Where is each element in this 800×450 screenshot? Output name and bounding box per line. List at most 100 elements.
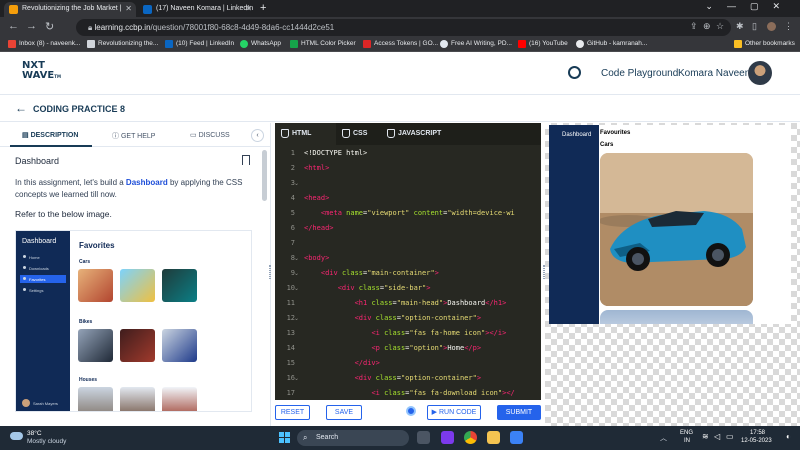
windows-start-icon[interactable] <box>279 432 290 443</box>
dashboard-link[interactable]: Dashboard <box>126 178 168 187</box>
settings-gear-icon[interactable] <box>406 406 416 416</box>
back-arrow-icon[interactable]: ← <box>15 101 27 115</box>
other-bookmarks[interactable]: Other bookmarks <box>734 40 795 48</box>
username[interactable]: Komara Naveen <box>678 68 750 79</box>
task-view-icon[interactable] <box>417 431 430 444</box>
fold-icon[interactable]: ⌄ <box>294 180 299 187</box>
battery-icon[interactable]: ▭ <box>726 432 734 441</box>
reload-icon[interactable]: ↻ <box>45 20 54 33</box>
avatar[interactable] <box>748 61 772 85</box>
line-number: 2 <box>290 164 295 172</box>
weather-condition[interactable]: Mostly cloudy <box>27 438 66 445</box>
scrollbar[interactable] <box>262 150 267 201</box>
stopwatch-icon[interactable] <box>568 66 581 79</box>
tab-css[interactable]: CSS <box>336 123 381 145</box>
wifi-icon[interactable]: ≋ <box>702 432 709 441</box>
taskbar-search-input[interactable]: ⌕ Search <box>297 430 409 446</box>
preview-avatar <box>22 399 30 407</box>
new-tab-icon[interactable]: + <box>260 2 266 14</box>
teams-icon[interactable] <box>441 431 454 444</box>
bookmark-revolutionizing[interactable]: Revolutionizing the... <box>87 40 158 48</box>
collapse-panel-button[interactable]: ‹ <box>251 129 264 142</box>
bookmark-whatsapp[interactable]: WhatsApp <box>240 40 281 48</box>
tab-get-help[interactable]: ⓘ GET HELP <box>112 131 155 141</box>
tab-discuss[interactable]: ▭ DISCUSS <box>190 131 230 139</box>
code-token: > <box>476 374 482 382</box>
code-token: <head> <box>304 194 330 202</box>
close-tab-icon[interactable]: ✕ <box>125 4 132 13</box>
zoom-icon[interactable]: ⊕ <box>703 21 711 32</box>
browser-tab-active[interactable]: Revolutionizing the Job Market | ✕ <box>4 2 136 17</box>
file-explorer-icon[interactable] <box>487 431 500 444</box>
menu-kebab-icon[interactable]: ⋮ <box>784 21 793 32</box>
nxtwave-logo[interactable]: NXT WAVETM <box>22 61 61 82</box>
code-line[interactable]: <div class="side-bar"> <box>304 284 431 292</box>
star-icon[interactable]: ☆ <box>716 21 724 32</box>
fold-icon[interactable]: ⌄ <box>294 255 299 262</box>
bookmark-access-tokens[interactable]: Access Tokens | GO... <box>363 40 438 48</box>
code-token: "fas fa-home icon" <box>409 329 486 337</box>
fold-icon[interactable]: ⌄ <box>294 285 299 292</box>
back-icon[interactable]: ← <box>8 20 19 32</box>
submit-button[interactable]: SUBMIT <box>497 405 541 420</box>
code-line[interactable]: <i class="fas fa-download icon"></ <box>304 389 514 397</box>
sidepanel-icon[interactable]: ▯ <box>752 21 757 32</box>
clock-date[interactable]: 12-05-2023 <box>741 438 772 444</box>
code-line[interactable]: <body> <box>304 254 329 262</box>
code-line[interactable]: <div class="main-container"> <box>304 269 439 277</box>
save-button[interactable]: SAVE <box>326 405 362 420</box>
close-tab-icon[interactable]: ✕ <box>245 4 252 13</box>
bookmark-free-ai[interactable]: Free AI Writing, PD... <box>440 40 512 48</box>
profile-avatar-icon[interactable] <box>767 22 776 31</box>
fold-icon[interactable]: ⌄ <box>294 375 299 382</box>
mail-icon[interactable] <box>510 431 523 444</box>
code-editor[interactable]: HTML CSS JAVASCRIPT 1 2 3 4 5 6 7 8 9 10… <box>275 123 541 400</box>
reset-button[interactable]: RESET <box>275 405 310 420</box>
browser-tab-linkedin[interactable]: (17) Naveen Komara | LinkedIn ✕ <box>138 2 256 17</box>
share-icon[interactable]: ⇪ <box>690 21 698 32</box>
line-number: 13 <box>286 329 295 337</box>
tab-html[interactable]: HTML <box>275 123 336 145</box>
code-line[interactable]: <!DOCTYPE html> <box>304 149 367 157</box>
chrome-icon[interactable] <box>464 431 477 444</box>
code-line[interactable]: <div class="option-container"> <box>304 314 481 322</box>
bookmark-html-color[interactable]: HTML Color Picker <box>290 40 356 48</box>
weather-temp[interactable]: 38°C <box>27 430 42 437</box>
code-line[interactable]: <h1 class="main-head">Dashboard</h1> <box>304 299 507 307</box>
notification-icon[interactable]: ◐ <box>786 432 791 441</box>
forward-icon[interactable]: → <box>26 20 37 32</box>
tab-javascript[interactable]: JAVASCRIPT <box>381 123 461 145</box>
code-token: "option" <box>409 344 444 352</box>
code-line[interactable]: <div class="option-container"> <box>304 374 481 382</box>
bookmark-linkedin[interactable]: (10) Feed | LinkedIn <box>165 40 234 48</box>
language-indicator[interactable]: ENG <box>680 430 693 436</box>
code-line[interactable]: </head> <box>304 224 334 232</box>
panel-resize-handle[interactable] <box>269 265 271 279</box>
code-line[interactable]: <p class="option">Home</p> <box>304 344 481 352</box>
region-indicator[interactable]: IN <box>684 438 690 444</box>
bookmark-youtube[interactable]: (16) YouTube <box>518 40 568 48</box>
code-line[interactable]: <meta name="viewport" content="width=dev… <box>304 209 515 217</box>
code-line[interactable]: <html> <box>304 164 329 172</box>
code-line[interactable]: <head> <box>304 194 329 202</box>
code-token: <div <box>354 374 376 382</box>
code-playground-link[interactable]: Code Playground <box>601 68 678 79</box>
bookmark-icon[interactable] <box>242 155 250 165</box>
cloud-icon[interactable] <box>10 432 23 440</box>
code-line[interactable]: <i class="fas fa-home icon"></i> <box>304 329 506 337</box>
fold-icon[interactable]: ⌄ <box>294 315 299 322</box>
bookmark-gmail[interactable]: Inbox (8) - naveenk... <box>8 40 80 48</box>
clock-time[interactable]: 17:58 <box>750 430 765 436</box>
volume-icon[interactable]: ◁ <box>714 432 720 441</box>
fold-icon[interactable]: ⌄ <box>294 270 299 277</box>
run-code-button[interactable]: ▶ RUN CODE <box>427 405 481 420</box>
extensions-icon[interactable]: ✱ <box>736 21 744 32</box>
system-tray-icon[interactable]: ︿ <box>660 433 667 443</box>
page-icon <box>87 40 95 48</box>
url-input[interactable]: 🔒︎ learning.ccbp.in/question/78001f80-68… <box>76 19 731 36</box>
code-line[interactable]: </div> <box>304 359 380 367</box>
tab-description[interactable]: ▤ DESCRIPTION <box>22 131 78 139</box>
bookmark-github[interactable]: GitHub - kamranah... <box>576 40 647 48</box>
window-controls[interactable]: ⌄—▢✕ <box>705 1 794 12</box>
